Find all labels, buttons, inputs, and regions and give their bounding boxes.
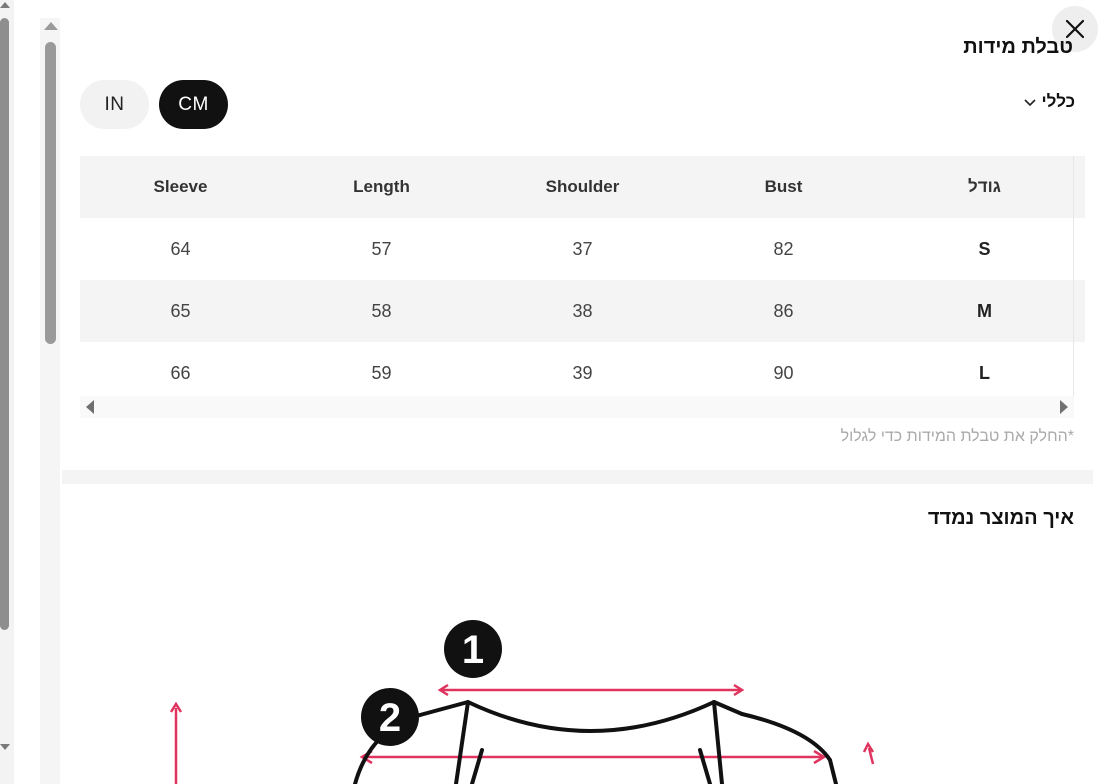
header-length: Length [281,156,482,218]
unit-in-button[interactable]: IN [80,80,149,129]
cell-length: 57 [371,238,392,259]
outer-strip-gap [14,0,40,784]
header-bust: Bust [683,156,884,218]
outer-scroll-up-icon[interactable] [0,2,10,8]
marker-2-label: 2 [379,696,401,740]
sleeve-arrow-icon [862,741,875,765]
cell-size: S [978,238,991,259]
cell-sleeve: 66 [170,362,191,383]
shoulder-arrow-icon [437,683,745,697]
table-horizontal-scrollbar[interactable] [80,396,1074,418]
table-right-border [1073,156,1074,398]
header-shoulder: Shoulder [482,156,683,218]
scroll-right-icon[interactable] [1060,400,1068,414]
garment-measurement-diagram: 1 2 [169,620,875,784]
bust-arrow-icon [359,749,827,765]
size-table-container[interactable]: Sleeve Length Shoulder Bust גודל 64 57 3… [80,156,1085,416]
outer-scroll-down-icon[interactable] [0,744,10,750]
cell-sleeve: 65 [80,280,281,342]
section-divider [62,470,1093,484]
marker-2-icon: 2 [361,688,419,746]
chevron-down-icon [1023,99,1036,107]
header-size: גודל [884,156,1085,218]
modal-title: טבלת מידות [963,36,1073,58]
modal-scroll-up-icon[interactable] [44,22,58,30]
cell-sleeve: 64 [170,238,191,259]
cell-bust: 82 [773,238,794,259]
table-header-row: Sleeve Length Shoulder Bust גודל [80,156,1085,218]
cell-shoulder: 39 [572,362,593,383]
cell-bust: 90 [773,362,794,383]
cell-length: 59 [371,362,392,383]
dropdown-label: כללי [1041,92,1075,111]
outer-scrollbar-thumb[interactable] [0,18,9,630]
marker-1-icon: 1 [444,620,502,678]
measure-section-title: איך המוצר נמדד [927,507,1074,529]
table-row: 66 59 39 90 L [80,342,1085,404]
unit-cm-button[interactable]: CM [159,80,228,129]
marker-1-label: 1 [462,628,484,672]
table-row: 64 57 37 82 S [80,218,1085,280]
header-sleeve: Sleeve [80,156,281,218]
cell-length: 58 [281,280,482,342]
scroll-left-icon[interactable] [86,400,94,414]
unit-toggle: IN CM [80,80,228,129]
scroll-hint: *החלק את טבלת המידות כדי לגלול [840,428,1074,445]
cell-shoulder: 38 [482,280,683,342]
cell-size: L [979,362,990,383]
modal-scrollbar-thumb[interactable] [45,42,56,344]
size-standard-dropdown[interactable]: כללי [1023,92,1075,112]
length-arrow-icon [169,701,183,784]
size-table: Sleeve Length Shoulder Bust גודל 64 57 3… [80,156,1085,404]
sweater-outline-icon [353,700,838,784]
cell-size: M [884,280,1085,342]
cell-bust: 86 [683,280,884,342]
cell-shoulder: 37 [572,238,593,259]
table-row: 65 58 38 86 M [80,280,1085,342]
